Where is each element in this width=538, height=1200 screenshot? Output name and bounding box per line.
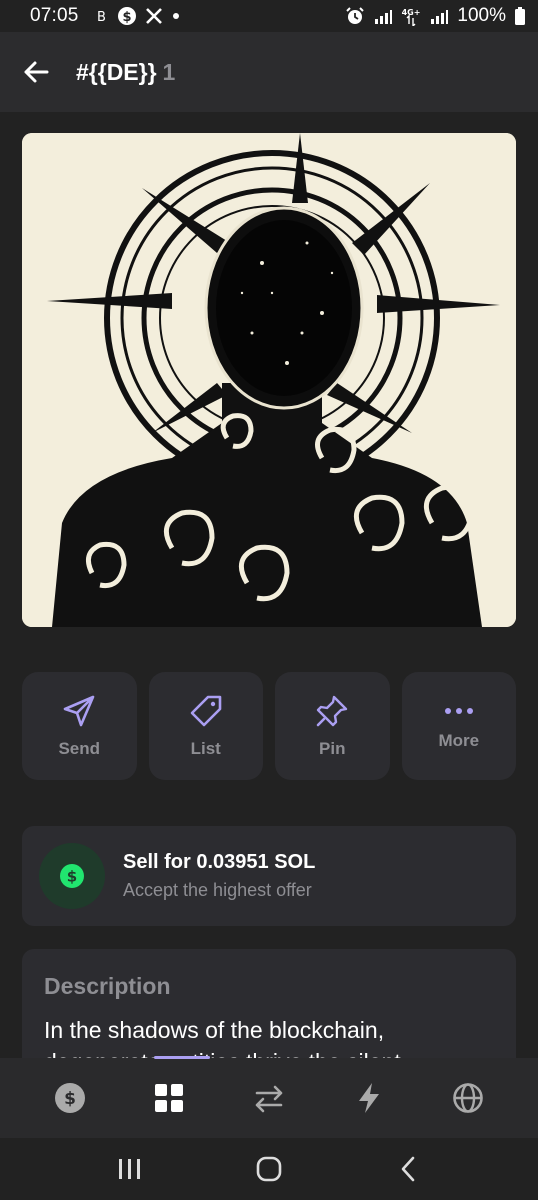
recents-icon: [118, 1159, 140, 1179]
svg-text:$: $: [67, 868, 77, 886]
sell-subtitle: Accept the highest offer: [123, 880, 312, 900]
activity-icon: [358, 1083, 379, 1113]
action-row: Send List Pin More: [22, 672, 516, 780]
signal-icon: [373, 7, 393, 25]
app-notification-icon: B: [95, 7, 109, 25]
arrow-left-icon: [24, 61, 49, 83]
svg-text:4G+: 4G+: [402, 8, 421, 17]
more-icon: [444, 708, 473, 714]
network-type-icon: 4G+: [401, 6, 421, 26]
collectibles-icon: [155, 1084, 184, 1112]
battery-icon: [514, 6, 526, 26]
collection-name: #{{DE}}: [76, 58, 157, 85]
tag-icon: [190, 695, 222, 727]
send-button[interactable]: Send: [22, 672, 137, 780]
more-label: More: [438, 731, 480, 750]
recents-button[interactable]: [100, 1144, 160, 1194]
chevron-left-icon: [402, 1156, 415, 1182]
sell-text: Sell for 0.03951 SOL Accept the highest …: [123, 851, 315, 901]
swap-icon: [255, 1085, 283, 1113]
dollar-notification-icon: $: [117, 6, 137, 26]
signal-icon-2: [429, 7, 449, 25]
x-notification-icon: [145, 7, 163, 25]
svg-text:B: B: [97, 10, 106, 25]
pin-label: Pin: [319, 739, 346, 758]
tab-explore[interactable]: [438, 1068, 498, 1128]
sell-title: Sell for 0.03951 SOL: [123, 851, 316, 873]
status-time: 07:05: [30, 5, 79, 26]
home-button[interactable]: [239, 1144, 299, 1194]
dot-icon: [171, 11, 181, 21]
wallet-icon: $: [54, 1083, 85, 1113]
system-nav-bar: [0, 1138, 538, 1200]
status-bar: 07:05 B $ 4G+ 100%: [0, 0, 538, 32]
sell-card[interactable]: $ Sell for 0.03951 SOL Accept the highes…: [22, 826, 516, 926]
send-label: Send: [58, 739, 101, 758]
description-heading: Description: [44, 973, 171, 999]
back-button[interactable]: [0, 32, 76, 112]
explore-icon: [453, 1083, 483, 1113]
list-label: List: [190, 739, 221, 758]
pin-icon: [316, 695, 348, 727]
active-tab-indicator: [154, 1056, 210, 1059]
page-title: #{{DE}} 1: [76, 59, 175, 86]
app-header: #{{DE}} 1: [0, 32, 538, 112]
send-icon: [63, 695, 95, 727]
collection-count: 1: [162, 58, 176, 85]
nft-artwork: [22, 133, 516, 627]
svg-text:$: $: [64, 1089, 76, 1109]
tab-wallet[interactable]: $: [40, 1068, 100, 1128]
system-back-button[interactable]: [378, 1144, 438, 1194]
nft-image[interactable]: [22, 133, 516, 627]
alarm-icon: [345, 6, 365, 26]
battery-percent: 100%: [457, 5, 506, 26]
more-button[interactable]: More: [401, 672, 516, 780]
pin-button[interactable]: Pin: [275, 672, 390, 780]
list-button[interactable]: List: [148, 672, 263, 780]
svg-text:$: $: [122, 10, 131, 25]
tab-activity[interactable]: [339, 1068, 399, 1128]
sell-icon-container: $: [39, 843, 105, 909]
tab-swap[interactable]: [239, 1068, 299, 1128]
home-icon: [256, 1156, 282, 1182]
tab-collectibles[interactable]: [139, 1068, 199, 1128]
bottom-tab-bar: $: [0, 1056, 538, 1138]
dollar-icon: $: [60, 864, 84, 888]
